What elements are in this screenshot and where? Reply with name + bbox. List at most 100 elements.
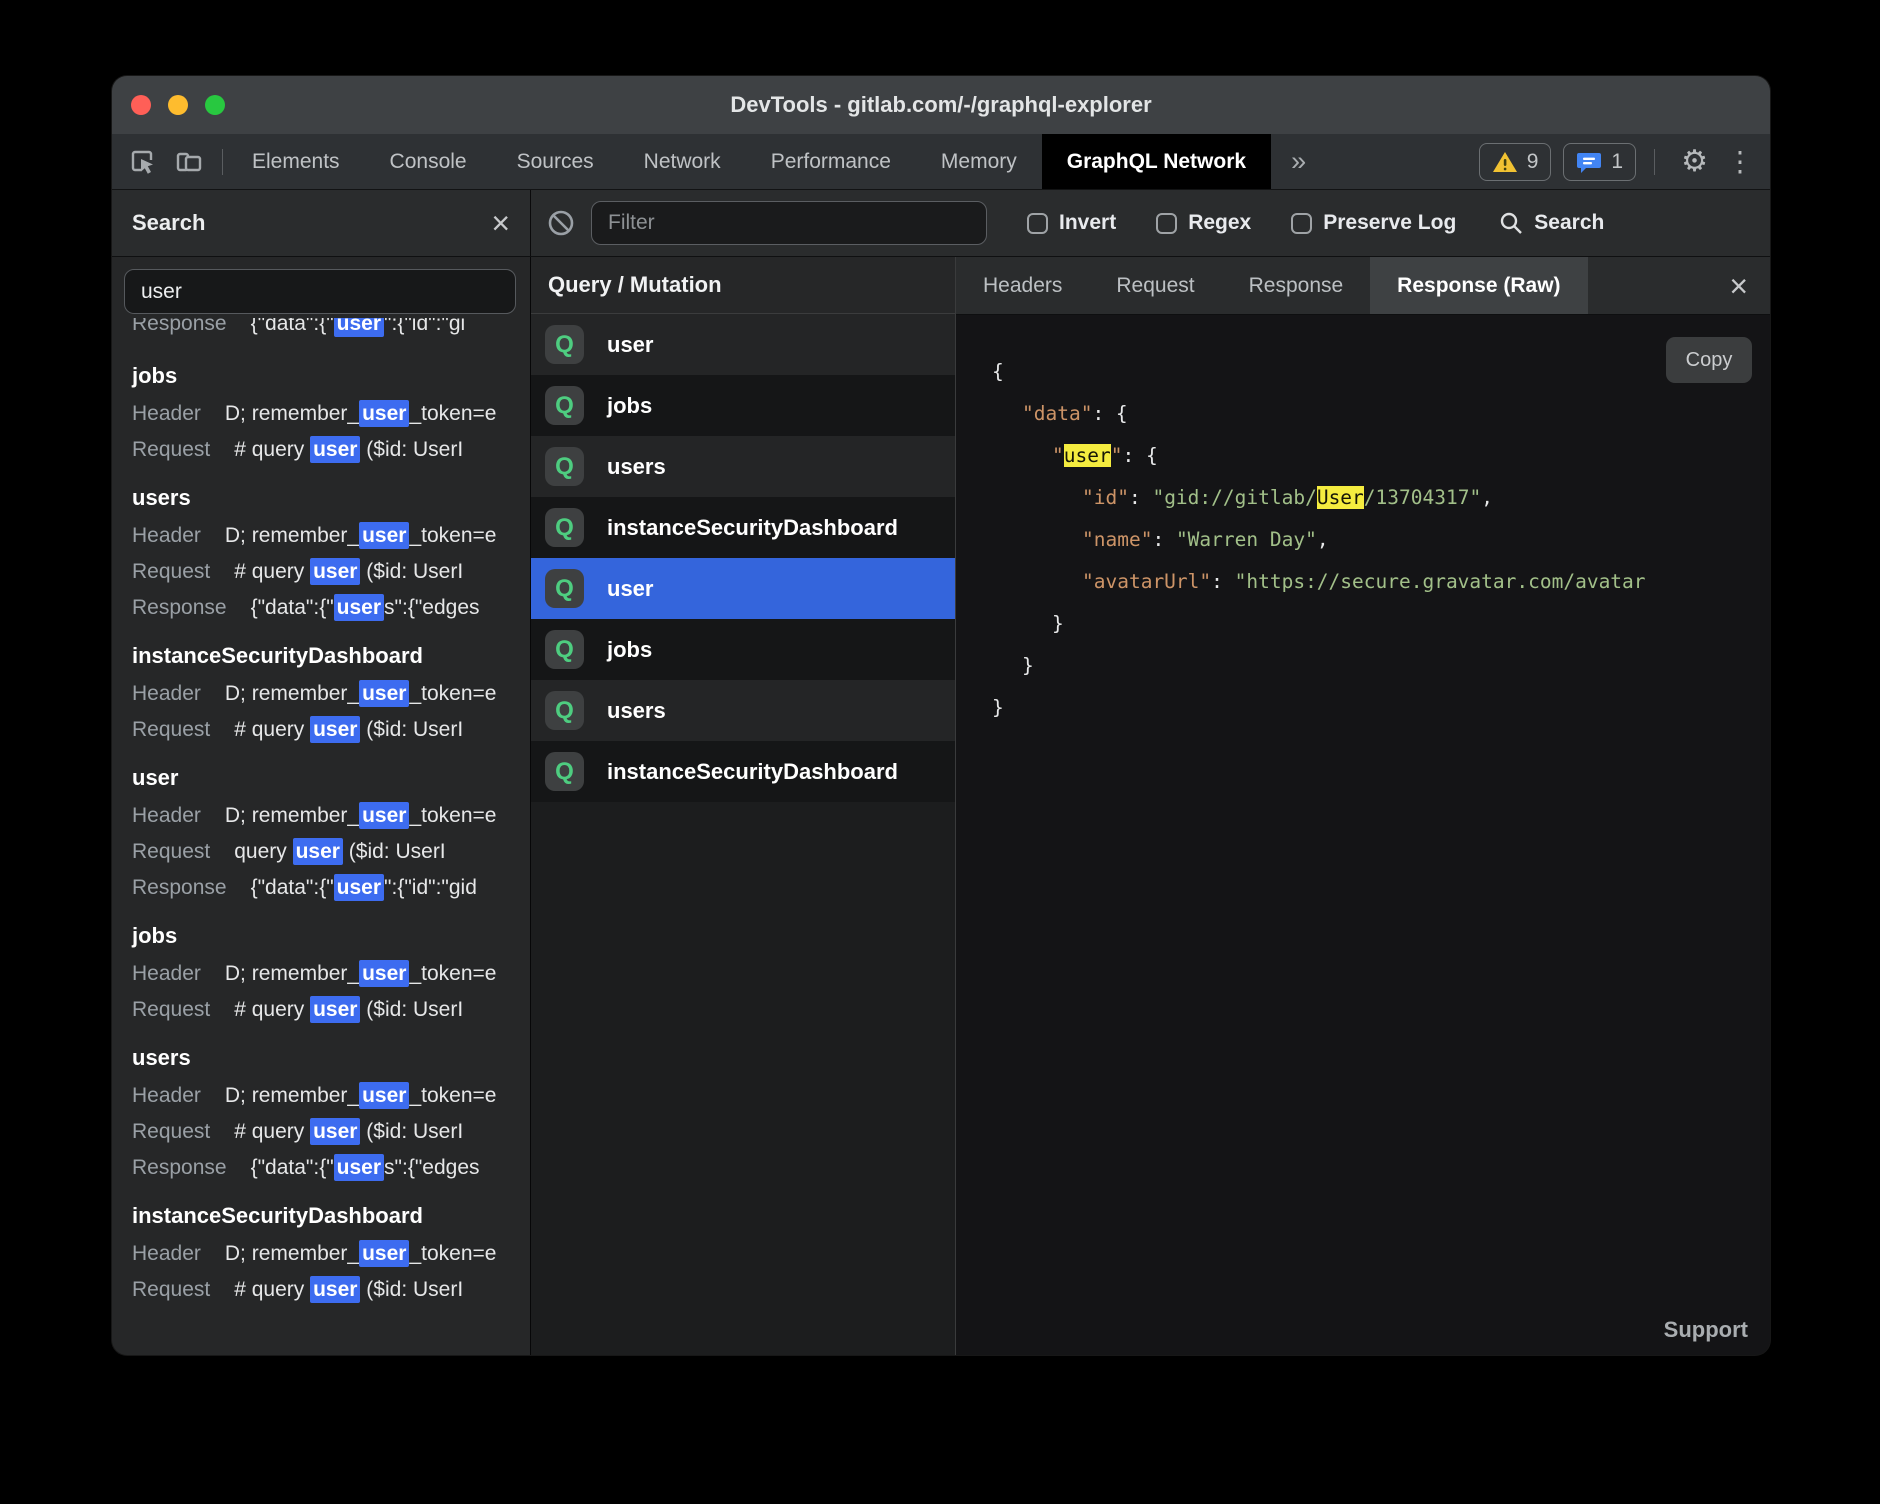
query-list-item-selected[interactable]: Quser [531,558,955,619]
checkbox-regex[interactable]: Regex [1156,211,1251,235]
clear-filter-icon[interactable] [547,209,575,237]
search-result-line[interactable]: Requestquery user ($id: UserI [132,834,530,870]
tab-sources[interactable]: Sources [492,134,619,189]
minimize-traffic-light[interactable] [168,95,188,115]
tab-graphql-network[interactable]: GraphQL Network [1042,134,1271,189]
search-result-title[interactable]: users [132,478,530,518]
search-result-title[interactable]: instanceSecurityDashboard [132,1196,530,1236]
query-list-item[interactable]: Qusers [531,680,955,741]
json-line: "data": { [992,393,1770,435]
more-tabs-chevron-icon[interactable]: » [1271,134,1326,189]
zoom-traffic-light[interactable] [205,95,225,115]
support-link[interactable]: Support [1664,1317,1748,1343]
result-line-label: Header [132,1242,201,1265]
query-list-item[interactable]: QinstanceSecurityDashboard [531,497,955,558]
query-list-item[interactable]: Qjobs [531,375,955,436]
tab-elements[interactable]: Elements [227,134,365,189]
search-result-title[interactable]: user [132,758,530,798]
settings-gear-icon[interactable]: ⚙ [1669,134,1720,189]
json-line: { [992,351,1770,393]
query-list-item[interactable]: Qjobs [531,619,955,680]
search-result-line[interactable]: HeaderD; remember_user_token=e [132,956,530,992]
result-line-text: # query [234,1120,310,1143]
tab-performance[interactable]: Performance [746,134,916,189]
search-result-line[interactable]: Request# query user ($id: UserI [132,712,530,748]
close-traffic-light[interactable] [131,95,151,115]
filter-search-button[interactable]: Search [1498,210,1604,236]
result-line-label: Response [132,318,227,335]
search-result-line[interactable]: HeaderD; remember_user_token=e [132,396,530,432]
json-token: : { [1092,402,1127,425]
search-result-line[interactable]: HeaderD; remember_user_token=e [132,1236,530,1272]
query-panel: Query / Mutation QuserQjobsQusersQinstan… [531,257,956,1355]
result-line-label: Request [132,560,210,583]
search-input[interactable] [124,269,516,314]
result-line-text: {"data":{" [251,1156,334,1179]
tab-network[interactable]: Network [619,134,746,189]
json-line: } [992,645,1770,687]
search-result-title[interactable]: users [132,1038,530,1078]
tab-memory[interactable]: Memory [916,134,1042,189]
inspect-cursor-icon[interactable] [128,147,158,177]
result-line-text: _token=e [409,1242,496,1265]
search-result-section: jobsHeaderD; remember_user_token=eReques… [132,356,530,468]
query-name: jobs [607,637,652,663]
close-search-panel-icon[interactable]: × [491,207,510,239]
query-list-item[interactable]: QinstanceSecurityDashboard [531,741,955,802]
search-result-line-clipped[interactable]: Response{"data":{"user":{"id":"gi [132,318,530,346]
console-warnings-badge[interactable]: 9 [1479,143,1552,181]
match-highlight: user [310,436,360,463]
detail-tab-response-raw[interactable]: Response (Raw) [1370,257,1587,314]
device-toolbar-icon[interactable] [174,147,204,177]
checkbox-preserve-log[interactable]: Preserve Log [1291,211,1456,235]
result-line-label: Request [132,840,210,863]
checkbox-invert[interactable]: Invert [1027,211,1116,235]
search-result-title[interactable]: jobs [132,356,530,396]
search-result-line[interactable]: Response{"data":{"user":{"id":"gid [132,870,530,906]
query-list-item[interactable]: Qusers [531,436,955,497]
search-result-line[interactable]: HeaderD; remember_user_token=e [132,798,530,834]
console-messages-badge[interactable]: 1 [1563,143,1636,181]
search-result-line[interactable]: Request# query user ($id: UserI [132,554,530,590]
query-list-item[interactable]: Quser [531,314,955,375]
search-result-line[interactable]: HeaderD; remember_user_token=e [132,1078,530,1114]
search-result-line[interactable]: Request# query user ($id: UserI [132,992,530,1028]
query-type-badge: Q [545,569,584,608]
search-result-line[interactable]: Request# query user ($id: UserI [132,1272,530,1308]
search-result-title[interactable]: instanceSecurityDashboard [132,636,530,676]
result-line-text: _token=e [409,402,496,425]
copy-button[interactable]: Copy [1666,337,1752,383]
detail-tab-headers[interactable]: Headers [956,257,1089,314]
result-line-text: ($id: UserI [360,560,463,583]
search-result-line[interactable]: HeaderD; remember_user_token=e [132,676,530,712]
search-result-line[interactable]: Response{"data":{"users":{"edges [132,590,530,626]
kebab-menu-icon[interactable]: ⋮ [1720,134,1770,189]
checkbox-box[interactable] [1156,213,1177,234]
detail-tab-response[interactable]: Response [1222,257,1371,314]
result-line-text: _token=e [409,962,496,985]
detail-tab-request[interactable]: Request [1089,257,1221,314]
close-detail-panel-icon[interactable]: × [1729,257,1748,314]
search-result-line[interactable]: HeaderD; remember_user_token=e [132,518,530,554]
checkbox-box[interactable] [1027,213,1048,234]
search-result-line[interactable]: Request# query user ($id: UserI [132,432,530,468]
filter-input[interactable] [591,201,987,245]
checkbox-box[interactable] [1291,213,1312,234]
search-result-section: usersHeaderD; remember_user_token=e Reque… [132,478,530,626]
json-token: : [1129,486,1152,509]
window-title: DevTools - gitlab.com/-/graphql-explorer [730,92,1151,118]
search-result-line[interactable]: Request# query user ($id: UserI [132,1114,530,1150]
search-result-title[interactable]: jobs [132,916,530,956]
query-name: jobs [607,393,652,419]
json-token: { [992,360,1004,383]
result-line-text: # query [234,560,310,583]
result-line-label: Request [132,438,210,461]
match-highlight: user [359,1082,409,1109]
devtools-tabbar: ElementsConsoleSourcesNetworkPerformance… [112,134,1770,190]
query-name: users [607,698,666,724]
tab-console[interactable]: Console [365,134,492,189]
search-panel-title: Search [132,210,205,236]
search-panel: Response{"data":{"user":{"id":"gijobsHea… [112,257,531,1355]
search-result-line[interactable]: Response{"data":{"users":{"edges [132,1150,530,1186]
match-highlight: user [359,522,409,549]
